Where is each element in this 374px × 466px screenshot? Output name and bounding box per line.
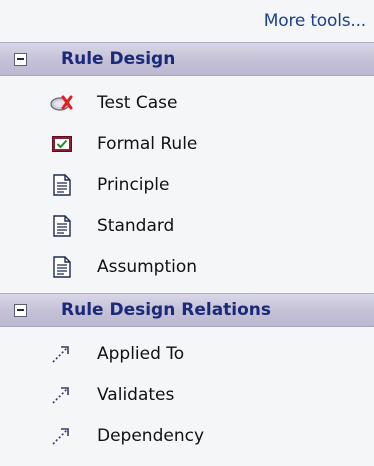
toolbox-item-assumption[interactable]: Assumption [0,246,374,287]
document-icon [49,254,75,280]
document-icon [49,213,75,239]
toolbox-item-dependency[interactable]: Dependency [0,415,374,456]
section-header-rule-design[interactable]: Rule Design [0,42,374,76]
toolbox-item-validates[interactable]: Validates [0,374,374,415]
item-label: Formal Rule [97,133,198,154]
collapse-icon[interactable] [14,52,27,66]
toolbox-item-principle[interactable]: Principle [0,164,374,205]
toolbox-item-applied-to[interactable]: Applied To [0,333,374,374]
dashed-arrow-icon [49,382,75,408]
item-label: Test Case [97,92,178,113]
section-items: Applied To Validates Dependency [0,327,374,462]
item-label: Validates [97,384,175,405]
test-case-icon [49,90,75,116]
section-header-rule-design-relations[interactable]: Rule Design Relations [0,293,374,327]
section-title: Rule Design [61,49,176,69]
section-items: Test Case Formal Rule Principle Standard… [0,76,374,293]
item-label: Assumption [97,256,198,277]
document-icon [49,172,75,198]
section-rule-design-relations: Rule Design Relations Applied To Validat… [0,293,374,462]
item-label: Standard [97,215,175,236]
toolbox-item-formal-rule[interactable]: Formal Rule [0,123,374,164]
formal-rule-icon [49,131,75,157]
section-rule-design: Rule Design Test Case Formal Rule Princi… [0,42,374,293]
toolbox-item-test-case[interactable]: Test Case [0,82,374,123]
dashed-arrow-icon [49,423,75,449]
more-tools-link[interactable]: More tools... [264,11,366,31]
item-label: Principle [97,174,170,195]
more-tools-bar: More tools... [0,0,374,42]
toolbox-item-standard[interactable]: Standard [0,205,374,246]
section-title: Rule Design Relations [61,300,272,320]
toolbox-panel: More tools... Rule Design Test Case Form… [0,0,374,466]
item-label: Applied To [97,343,185,364]
collapse-icon[interactable] [14,303,27,317]
dashed-arrow-icon [49,341,75,367]
item-label: Dependency [97,425,205,446]
